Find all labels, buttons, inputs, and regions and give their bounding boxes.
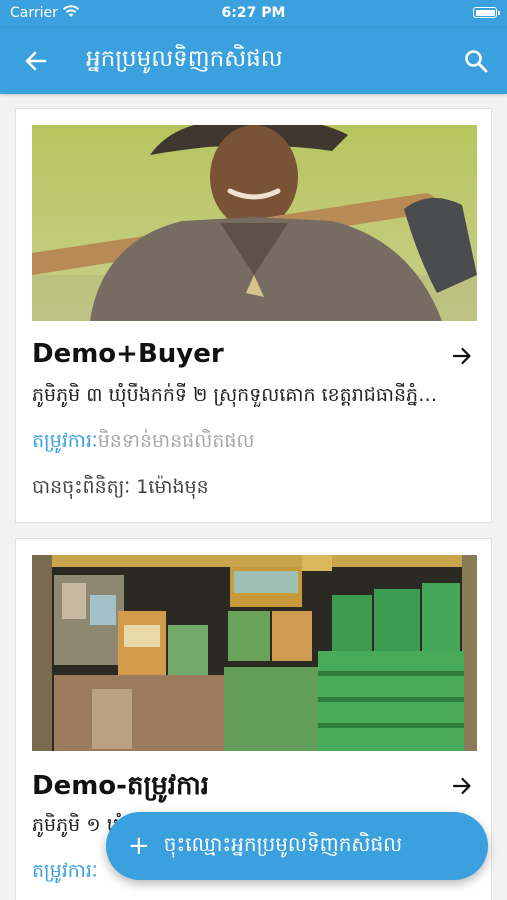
buyer-card[interactable]: Demo+Buyer ភូមិភូមិ ៣ ឃុំបឹងកក់ទី ២ ស្រុ…: [15, 108, 492, 523]
search-icon[interactable]: [463, 48, 489, 74]
farmer-with-hoe-photo: [32, 125, 477, 321]
arrow-right-icon[interactable]: [451, 775, 473, 797]
requirement-label: តម្រូវការៈ: [32, 430, 98, 452]
register-buyer-label: ចុះឈ្មោះអ្នកប្រមូលទិញកសិផល: [163, 832, 403, 856]
clock: 6:27 PM: [221, 5, 286, 21]
plus-icon: +: [128, 831, 150, 861]
requirement-value: មិនទាន់មានផលិតផល: [97, 430, 255, 452]
register-buyer-button[interactable]: + ចុះឈ្មោះអ្នកប្រមូលទិញកសិផល: [106, 812, 488, 880]
arrow-left-icon[interactable]: [22, 47, 50, 75]
buyer-address: ភូមិភូមិ ៣ ឃុំបឹងកក់ទី ២ ស្រុកទួលគោក ខេត…: [32, 384, 452, 406]
requirement-line: តម្រូវការៈមិនទាន់មានផលិតផល: [32, 429, 255, 457]
last-checked-label: បានចុះពិនិត្យៈ 1ម៉ោងមុន: [32, 476, 209, 498]
status-bar: Carrier 6:27 PM: [0, 0, 507, 28]
arrow-right-icon[interactable]: [451, 345, 473, 367]
page-title: អ្នកប្រមូលទិញកសិផល: [86, 46, 283, 72]
buyer-name: Demo+Buyer: [32, 339, 224, 369]
app-bar: អ្នកប្រមូលទិញកសិផល: [0, 28, 507, 94]
requirement-label: តម្រូវការៈ: [32, 860, 98, 882]
requirement-line: តម្រូវការៈ: [32, 859, 98, 887]
battery-icon: [473, 7, 500, 18]
buyer-name: Demo-តម្រូវការ: [32, 771, 209, 801]
agri-supply-shop-photo: [32, 555, 477, 751]
